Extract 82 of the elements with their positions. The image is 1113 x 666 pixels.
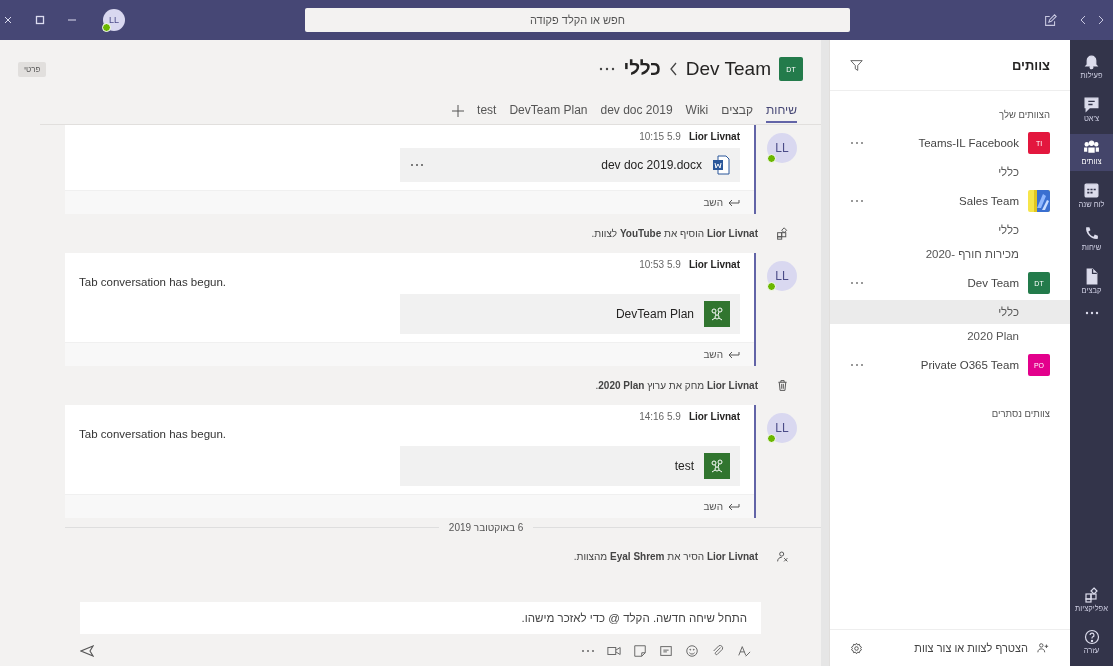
timestamp: 10:53 5.9 <box>639 259 681 270</box>
attachment-card[interactable]: DevTeam Plan <box>400 294 740 334</box>
author-name: Lior Livnat <box>688 259 740 270</box>
user-avatar[interactable]: LL <box>767 413 797 443</box>
more-icon[interactable] <box>599 67 616 71</box>
help-icon <box>1083 629 1100 645</box>
reply-icon <box>728 350 740 359</box>
tab[interactable]: Wiki <box>685 99 709 123</box>
close-icon[interactable] <box>3 15 13 25</box>
panel-title: צוותים <box>1011 57 1050 73</box>
tab[interactable]: dev doc 2019 <box>600 99 673 123</box>
bell-icon <box>1083 53 1100 70</box>
section-label: צוותים נסתרים <box>990 407 1051 421</box>
reply-button[interactable]: השב <box>65 342 754 366</box>
timestamp: 10:15 5.9 <box>639 131 681 142</box>
apps-icon <box>776 227 789 240</box>
message-text: Tab conversation has begun. <box>79 276 228 288</box>
tab[interactable]: DevTeam Plan <box>509 99 588 123</box>
tab[interactable]: test <box>477 99 497 123</box>
calendar-icon <box>1083 182 1100 199</box>
people-icon <box>1083 139 1100 156</box>
sticker-icon[interactable] <box>633 644 647 658</box>
chevron-icon <box>668 62 678 76</box>
video-icon[interactable] <box>607 644 621 658</box>
attach-icon[interactable] <box>711 644 725 658</box>
author-name: Lior Livnat <box>688 131 740 142</box>
team-name[interactable]: Dev Team <box>873 277 1019 289</box>
settings-icon[interactable] <box>850 641 863 655</box>
message-text: Tab conversation has begun. <box>79 428 228 440</box>
attachment-card[interactable]: test <box>400 446 740 486</box>
trash-icon <box>776 379 789 392</box>
channel-item[interactable]: כללי <box>830 218 1070 242</box>
planner-icon <box>704 301 730 327</box>
attachment-card[interactable]: dev doc 2019.docx <box>400 148 740 182</box>
send-icon[interactable] <box>80 645 94 657</box>
timestamp: 14:16 5.9 <box>639 411 681 422</box>
search-field[interactable]: חפש או הקלד פקודה <box>305 8 850 32</box>
user-avatar[interactable]: LL <box>767 261 797 291</box>
user-avatar[interactable]: LL <box>767 133 797 163</box>
author-name: Lior Livnat <box>688 411 740 422</box>
forward-icon[interactable] <box>1078 15 1087 25</box>
tab[interactable]: קבצים <box>721 99 754 123</box>
message-field[interactable]: התחל שיחה חדשה. הקלד @ כדי לאזכר מישהו. <box>80 602 761 634</box>
join-team-link[interactable]: הצטרף לצוות או צור צוות <box>871 642 1028 654</box>
add-team-icon <box>1036 642 1050 654</box>
phone-icon <box>1083 225 1100 242</box>
tab[interactable]: שיחות <box>766 99 797 123</box>
team-name[interactable]: Private O365 Team <box>873 359 1019 371</box>
chat-icon <box>1083 96 1100 113</box>
date-divider: 6 באוקטובר 2019 <box>448 522 524 533</box>
reply-icon <box>728 502 740 511</box>
team-name: Dev Team <box>685 58 771 80</box>
apps-icon <box>1083 587 1100 603</box>
channel-item[interactable]: כללי <box>830 160 1070 184</box>
back-icon[interactable] <box>1096 15 1105 25</box>
channel-name: כללי <box>623 58 661 80</box>
private-badge: פרטי <box>18 61 47 77</box>
add-icon[interactable] <box>452 105 465 117</box>
gif-icon[interactable] <box>659 644 673 658</box>
reply-button[interactable]: השב <box>65 494 754 518</box>
format-icon[interactable] <box>737 644 751 658</box>
attachment-name: DevTeam Plan <box>615 307 694 321</box>
more-icon <box>1084 311 1099 315</box>
planner-icon <box>704 453 730 479</box>
more-icon[interactable] <box>410 163 424 167</box>
reply-button[interactable]: השב <box>65 190 754 214</box>
emoji-icon[interactable] <box>685 644 699 658</box>
channel-item[interactable]: 2020 Plan <box>830 324 1070 348</box>
channel-item[interactable]: מכירות חורף -2020 <box>830 242 1070 266</box>
person-icon <box>776 550 789 563</box>
filter-icon[interactable] <box>850 58 863 72</box>
reply-icon <box>728 198 740 207</box>
team-name[interactable]: Sales Team <box>873 195 1019 207</box>
attachment-name: test <box>674 459 694 473</box>
section-label: הצוותים שלך <box>998 108 1051 122</box>
attachment-name: dev doc 2019.docx <box>601 158 702 172</box>
user-avatar[interactable]: LL <box>103 9 125 31</box>
channel-item[interactable]: כללי <box>830 300 1070 324</box>
team-name[interactable]: Teams-IL Facebook <box>873 137 1019 149</box>
maximize-icon[interactable] <box>35 15 45 25</box>
document-icon <box>712 155 730 175</box>
compose-icon[interactable] <box>1044 13 1057 27</box>
